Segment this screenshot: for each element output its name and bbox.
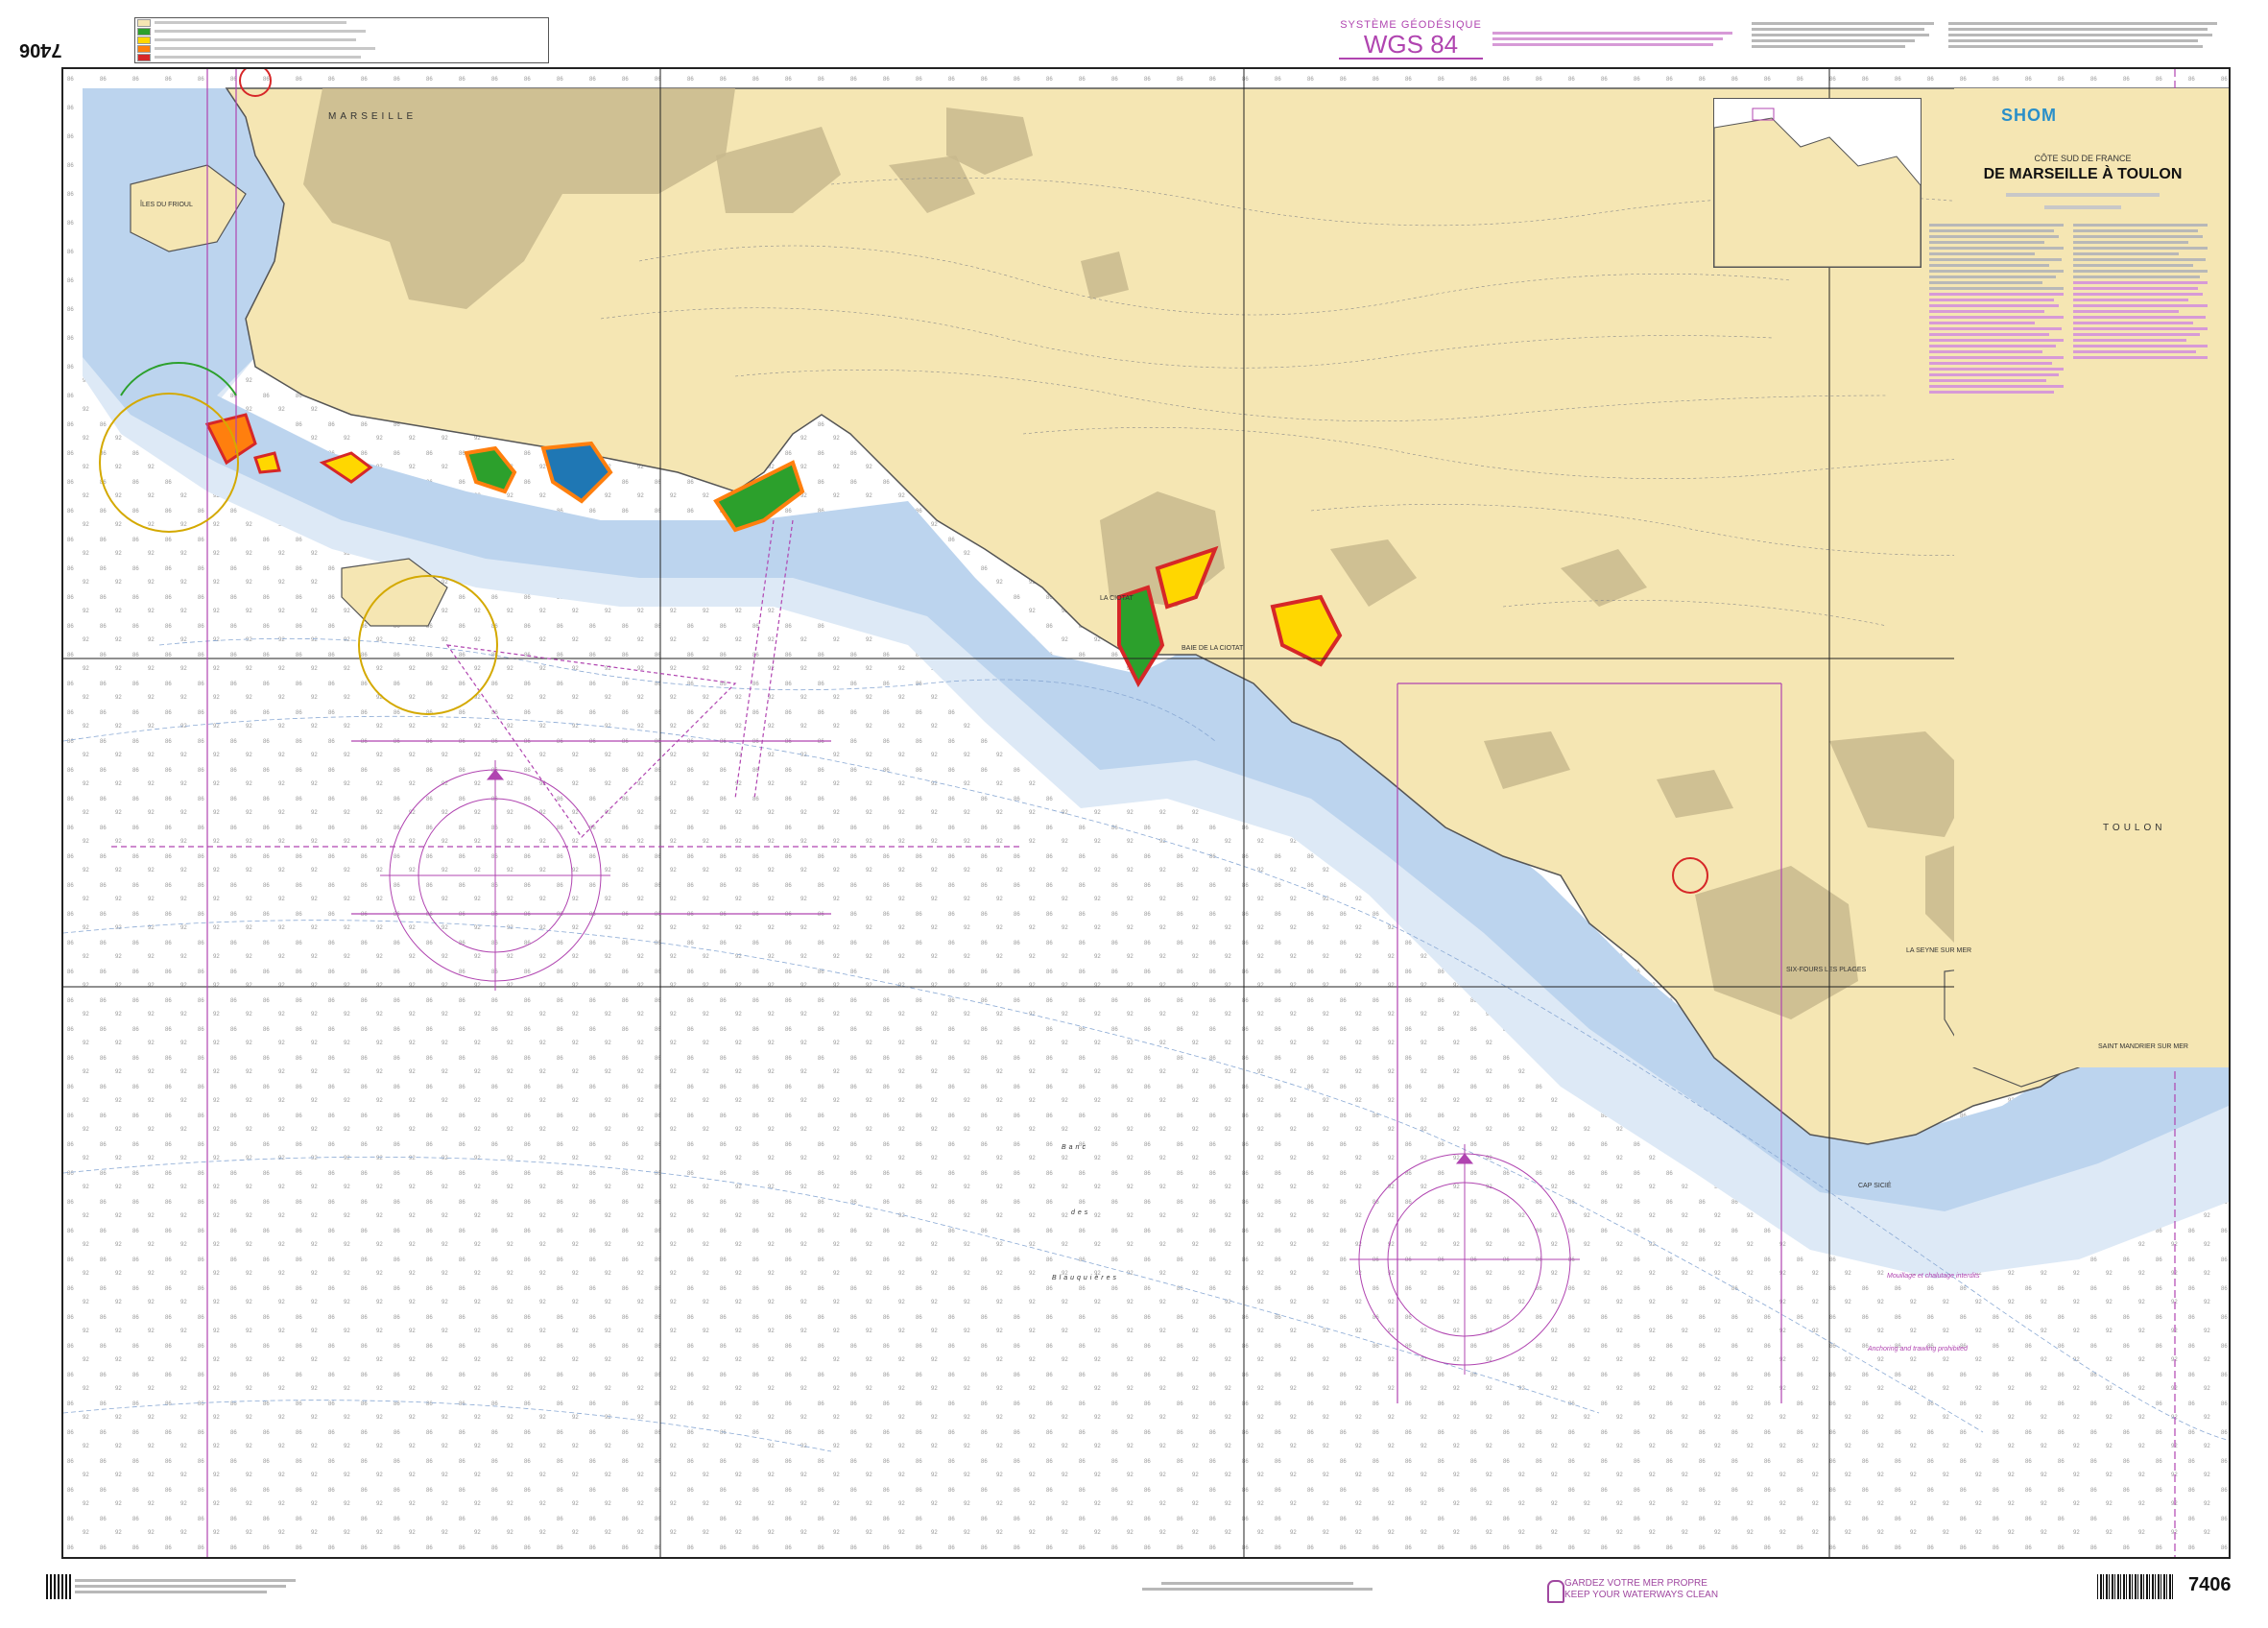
nautical-chart[interactable]: 86 92: [61, 67, 2231, 1559]
place-des: des: [1071, 1209, 1091, 1216]
qr-code-icon: [46, 1574, 71, 1599]
place-six-fours: SIX-FOURS LES PLAGES: [1786, 967, 1867, 973]
place-la-seyne: LA SEYNE SUR MER: [1906, 947, 1972, 954]
place-toulon: TOULON: [2103, 823, 2166, 833]
title-projection: [1934, 203, 2232, 211]
legend-row: [135, 44, 548, 53]
clean-sea-en: KEEP YOUR WATERWAYS CLEAN: [1564, 1590, 1719, 1600]
legend-box: [134, 17, 549, 63]
clean-sea-fr: GARDEZ VOTRE MER PROPRE: [1564, 1578, 1707, 1589]
title-scale: [1934, 190, 2232, 199]
header-bar: 7406 SYSTÈME GÉODÉSIQUE WGS 84: [0, 0, 2268, 65]
chart-number: 7406: [2188, 1574, 2232, 1595]
geodesic-system: SYSTÈME GÉODÉSIQUE WGS 84: [1339, 19, 1483, 60]
place-baie-ciotat: BAIE DE LA CIOTAT: [1182, 645, 1244, 652]
clean-sea-message: GARDEZ VOTRE MER PROPRE KEEP YOUR WATERW…: [1564, 1578, 1718, 1601]
place-blauquieres: Blauquières: [1052, 1275, 1119, 1281]
geodesic-note: [1492, 29, 1742, 49]
place-cap-sicie: CAP SICIÉ: [1858, 1183, 1892, 1189]
title-region: CÔTE SUD DE FRANCE: [2034, 154, 2132, 163]
inset-map: [1713, 98, 1922, 268]
barcode-icon: [2097, 1574, 2174, 1599]
place-marseille: MARSEILLE: [328, 111, 418, 122]
header-note-right: [1948, 19, 2222, 61]
chart-title: DE MARSEILLE À TOULON: [1983, 166, 2183, 182]
place-banc: Banc: [1062, 1144, 1088, 1151]
notes-column-right: [2073, 221, 2212, 672]
header-note-left: [1752, 19, 1944, 61]
place-iles-du-frioul: ÎLES DU FRIOUL: [140, 202, 193, 208]
legend-row: [135, 18, 548, 27]
place-saint-mandrier: SAINT MANDRIER SUR MER: [2098, 1043, 2188, 1050]
notes-column-left: [1929, 221, 2068, 672]
footer-notes: [75, 1576, 305, 1596]
chart-number-rotated: 7406: [19, 39, 62, 60]
edition-info: [1133, 1579, 1382, 1593]
legend-row: [135, 53, 548, 61]
chart-svg: 86 92: [63, 69, 2229, 1557]
clean-sea-icon: [1547, 1580, 1564, 1603]
place-la-ciotat: LA CIOTAT: [1100, 595, 1134, 602]
annotation-ancrage: Anchoring and trawling prohibited: [1868, 1346, 1968, 1353]
legend-row: [135, 36, 548, 44]
shom-logo: SHOM: [2001, 106, 2057, 125]
annotation-mouillage: Mouillage et chalutage interdits: [1887, 1273, 1980, 1280]
legend-row: [135, 27, 548, 36]
geodesic-value: WGS 84: [1339, 31, 1483, 60]
